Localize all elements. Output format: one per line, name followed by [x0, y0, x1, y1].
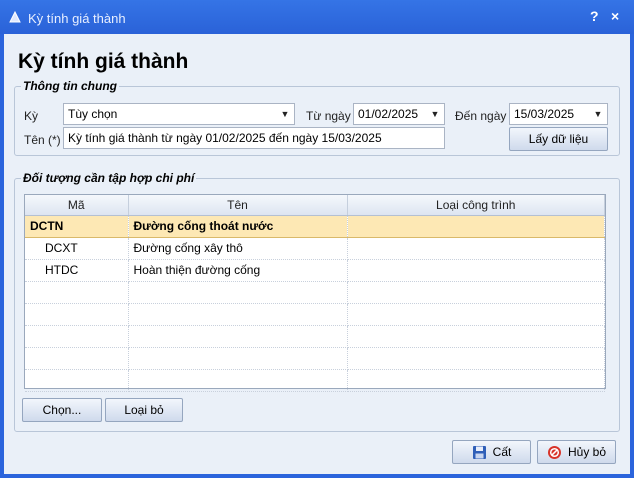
to-date-label: Đến ngày: [455, 109, 507, 123]
save-icon: [472, 445, 486, 459]
remove-button[interactable]: Loại bỏ: [105, 398, 183, 422]
cell-type: [347, 214, 605, 238]
dialog-window: Kỳ tính giá thành ? × Kỳ tính giá thành …: [0, 0, 634, 478]
cell-code: HTDC: [25, 259, 129, 282]
column-header-type[interactable]: Loại công trình: [347, 195, 605, 216]
column-header-code[interactable]: Mã: [25, 195, 129, 216]
name-label: Tên (*): [24, 133, 61, 147]
cell-name: Đường cống xây thô: [128, 237, 348, 260]
table-header-row: Mã Tên Loại công trình: [25, 195, 605, 216]
cost-object-table[interactable]: Mã Tên Loại công trình DCTN Đường cống t…: [24, 194, 606, 392]
dialog-body: Kỳ tính giá thành Thông tin chung Kỳ Tùy…: [4, 34, 630, 474]
general-info-title: Thông tin chung: [21, 79, 119, 93]
table-row[interactable]: DCTN Đường cống thoát nước: [25, 214, 605, 238]
to-date-field[interactable]: 15/03/2025 ▼: [509, 103, 608, 125]
help-icon[interactable]: ?: [590, 8, 599, 24]
period-value: Tùy chọn: [68, 107, 118, 121]
from-date-field[interactable]: 01/02/2025 ▼: [353, 103, 445, 125]
save-label: Cất: [492, 445, 512, 459]
cancel-icon: [547, 445, 561, 459]
name-field[interactable]: Kỳ tính giá thành từ ngày 01/02/2025 đến…: [63, 127, 445, 149]
from-date-label: Từ ngày: [306, 109, 351, 123]
cell-name: Hoàn thiện đường cống: [128, 259, 348, 282]
name-value: Kỳ tính giá thành từ ngày 01/02/2025 đến…: [68, 131, 382, 145]
window-title: Kỳ tính giá thành: [28, 11, 126, 26]
to-date-value: 15/03/2025: [514, 107, 575, 121]
chevron-down-icon[interactable]: ▼: [589, 104, 607, 124]
load-data-button[interactable]: Lấy dữ liệu: [509, 127, 608, 151]
chevron-down-icon[interactable]: ▼: [276, 104, 294, 124]
table-row[interactable]: HTDC Hoàn thiện đường cống: [25, 259, 605, 282]
column-header-name[interactable]: Tên: [128, 195, 348, 216]
title-bar[interactable]: Kỳ tính giá thành ? ×: [0, 0, 634, 34]
empty-row: [25, 347, 605, 370]
cell-type: [347, 259, 605, 282]
cancel-button[interactable]: Hủy bỏ: [537, 440, 616, 464]
close-icon[interactable]: ×: [611, 8, 619, 24]
save-button[interactable]: Cất: [452, 440, 531, 464]
empty-row: [25, 325, 605, 348]
select-button[interactable]: Chọn...: [22, 398, 102, 422]
cell-code: DCTN: [25, 214, 129, 238]
app-icon: [9, 10, 21, 23]
page-title: Kỳ tính giá thành: [18, 50, 189, 73]
table-row[interactable]: DCXT Đường cống xây thô: [25, 237, 605, 260]
cell-type: [347, 237, 605, 260]
period-select[interactable]: Tùy chọn ▼: [63, 103, 295, 125]
cell-code: DCXT: [25, 237, 129, 260]
period-label: Kỳ: [24, 109, 39, 123]
from-date-value: 01/02/2025: [358, 107, 419, 121]
empty-row: [25, 369, 605, 392]
cost-object-title: Đối tượng cần tập hợp chi phí: [21, 171, 197, 185]
chevron-down-icon[interactable]: ▼: [426, 104, 444, 124]
empty-row: [25, 281, 605, 304]
empty-row: [25, 303, 605, 326]
cell-name: Đường cống thoát nước: [128, 214, 348, 238]
cancel-label: Hủy bỏ: [567, 445, 607, 459]
